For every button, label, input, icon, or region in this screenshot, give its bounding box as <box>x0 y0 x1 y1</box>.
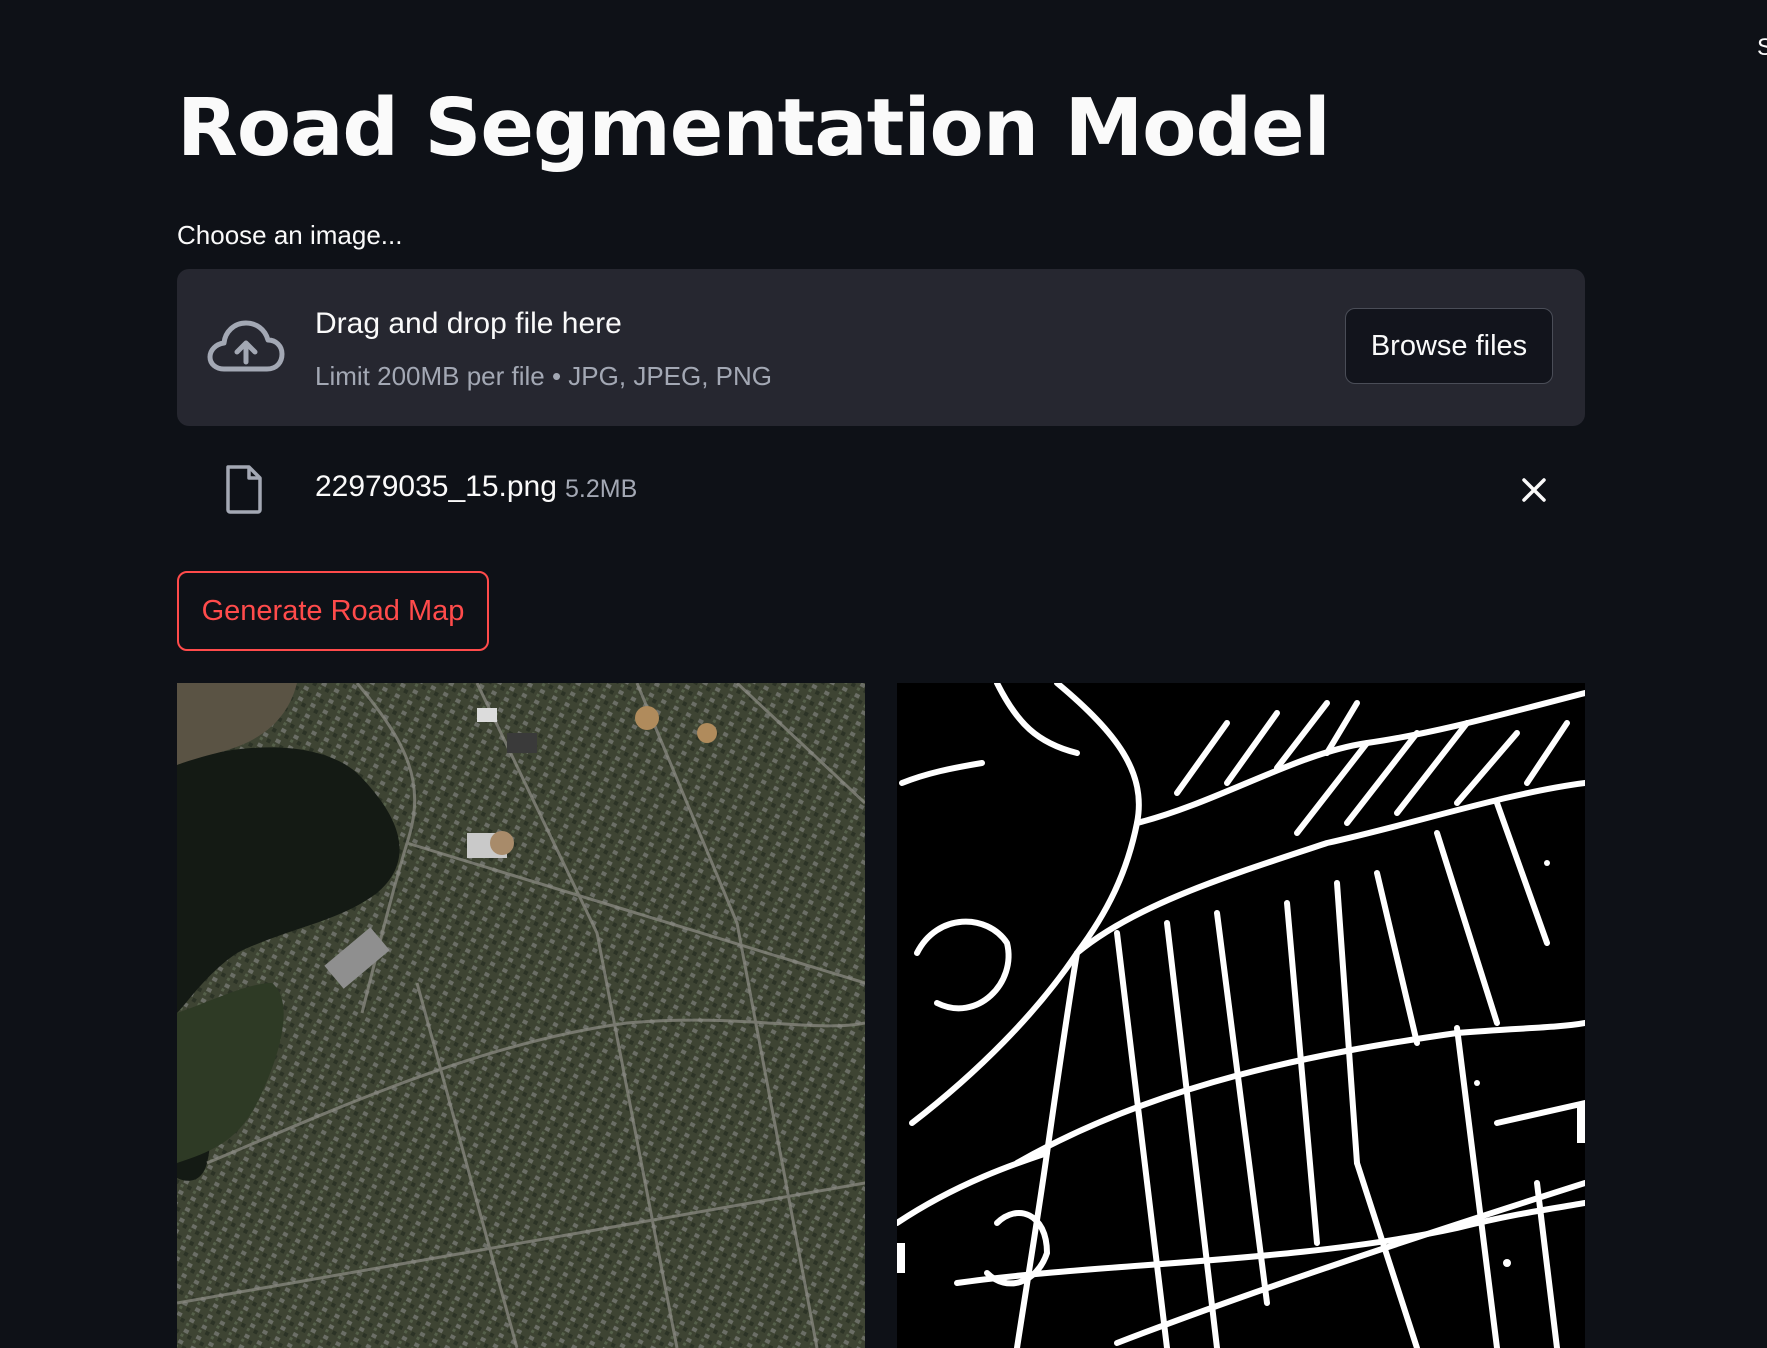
uploader-label: Choose an image... <box>177 220 403 250</box>
close-icon[interactable] <box>1515 471 1553 509</box>
file-dropzone[interactable]: Drag and drop file here Limit 200MB per … <box>177 269 1585 426</box>
file-name: 22979035_15.png <box>315 470 557 503</box>
file-icon <box>226 465 262 514</box>
header-corner-text: S <box>1757 34 1767 61</box>
browse-files-button[interactable]: Browse files <box>1345 308 1553 384</box>
dropzone-limit-text: Limit 200MB per file • JPG, JPEG, PNG <box>315 361 773 391</box>
cloud-upload-icon <box>207 320 285 372</box>
app-page: S Road Segmentation Model Choose an imag… <box>0 0 1767 1348</box>
output-road-mask-image <box>897 683 1585 1348</box>
page-title: Road Segmentation Model <box>177 82 1331 174</box>
input-satellite-image <box>177 683 865 1348</box>
uploaded-file-row: 22979035_15.png 5.2MB <box>177 460 1585 520</box>
dropzone-title: Drag and drop file here <box>315 307 622 340</box>
file-size: 5.2MB <box>565 475 638 503</box>
generate-road-map-button[interactable]: Generate Road Map <box>177 571 489 651</box>
